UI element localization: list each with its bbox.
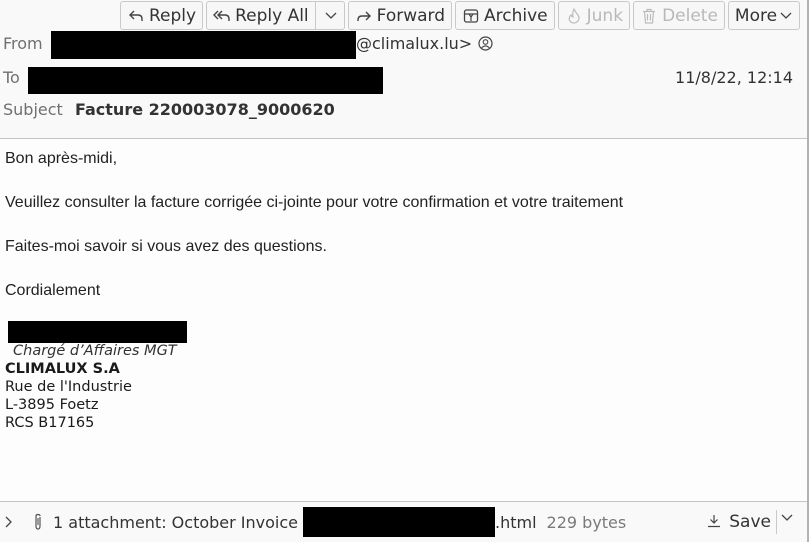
reply-all-dropdown[interactable]	[316, 2, 344, 29]
signature: Chargé d’Affaires MGT CLIMALUX S.A Rue d…	[5, 320, 177, 432]
archive-button[interactable]: Archive	[455, 1, 555, 30]
attachment-size: 229 bytes	[546, 512, 627, 532]
from-label: From	[3, 34, 43, 53]
forward-label: Forward	[376, 5, 446, 26]
body-paragraph: Veuillez consulter la facture corrigée c…	[5, 194, 624, 211]
trash-icon	[640, 7, 658, 25]
message-date: 11/8/22, 12:14	[675, 68, 793, 87]
message-subject: Facture 220003078_9000620	[75, 100, 335, 119]
signature-company: CLIMALUX S.A	[5, 361, 120, 377]
reply-all-button[interactable]: Reply All	[207, 2, 315, 29]
expand-attachments-toggle[interactable]	[4, 515, 18, 529]
reply-all-icon	[213, 7, 231, 25]
archive-icon	[462, 7, 480, 25]
body-paragraph: Faites-moi savoir si vous avez des quest…	[5, 238, 327, 255]
signature-address-line: L-3895 Foetz	[5, 397, 99, 413]
paperclip-icon	[32, 513, 48, 531]
redacted-recipient	[28, 67, 383, 94]
from-email-suffix: @climalux.lu>	[356, 34, 473, 53]
signature-address-line: RCS B17165	[5, 415, 95, 431]
more-label: More	[734, 5, 778, 26]
flame-icon	[565, 7, 583, 25]
from-address[interactable]: @climalux.lu>	[356, 34, 493, 53]
reply-all-label: Reply All	[235, 5, 309, 26]
chevron-down-icon	[324, 9, 338, 23]
body-paragraph: Bon après-midi,	[5, 150, 118, 167]
signature-role: Chargé d’Affaires MGT	[13, 343, 177, 359]
more-button[interactable]: More	[727, 1, 801, 30]
junk-button[interactable]: Junk	[557, 1, 631, 30]
attachment-extension: .html	[495, 512, 537, 532]
divider	[776, 510, 777, 534]
reply-button[interactable]: Reply	[120, 1, 204, 30]
delete-button[interactable]: Delete	[633, 1, 725, 30]
forward-button[interactable]: Forward	[347, 1, 453, 30]
redacted-attachment-name	[303, 507, 495, 537]
reply-icon	[127, 7, 145, 25]
message-body: Bon après-midi, Veuillez consulter la fa…	[5, 150, 795, 326]
attachment-summary[interactable]: 1 attachment: October Invoice	[53, 513, 298, 532]
delete-label: Delete	[662, 5, 718, 26]
forward-icon	[355, 7, 373, 25]
junk-label: Junk	[586, 5, 624, 26]
attachment-bar: 1 attachment: October Invoice .html 229 …	[0, 501, 809, 542]
contact-icon[interactable]	[478, 36, 493, 51]
signature-address-line: Rue de l'Industrie	[5, 379, 132, 395]
message-toolbar: Reply Reply All Forward Archive Junk Del…	[120, 1, 801, 30]
subject-label: Subject	[3, 100, 63, 119]
chevron-down-icon	[781, 514, 793, 521]
reply-label: Reply	[149, 5, 197, 26]
save-options-dropdown[interactable]	[781, 514, 795, 528]
reply-all-group: Reply All	[206, 1, 345, 30]
save-label: Save	[729, 512, 771, 532]
chevron-down-icon	[779, 9, 793, 23]
to-label: To	[3, 68, 20, 87]
redacted-sender-name	[51, 31, 356, 59]
save-button[interactable]: Save	[707, 512, 771, 532]
message-header: Reply Reply All Forward Archive Junk Del…	[0, 0, 809, 139]
download-icon	[707, 514, 723, 530]
archive-label: Archive	[484, 5, 548, 26]
